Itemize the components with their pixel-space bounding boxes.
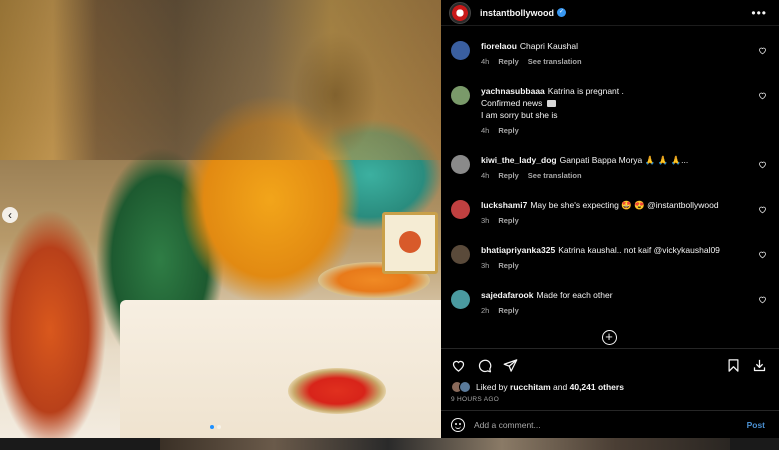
comment-text: May be she's expecting 🤩 😍 @instantbolly… xyxy=(530,200,719,210)
more-options-icon[interactable]: ••• xyxy=(751,6,767,20)
download-icon[interactable] xyxy=(752,358,767,373)
comment-username[interactable]: kiwi_the_lady_dog xyxy=(481,155,557,165)
newspaper-emoji-icon xyxy=(546,100,556,108)
heart-icon[interactable] xyxy=(758,160,767,169)
comment-list: fiorelaou Chapri Kaushal 4h Reply See trans… xyxy=(441,26,779,348)
liker-username[interactable]: rucchitam xyxy=(510,382,551,392)
heart-icon[interactable] xyxy=(451,358,466,373)
post-header: instantbollywood ✓ ••• xyxy=(441,0,779,26)
comment-username[interactable]: bhatiapriyanka325 xyxy=(481,245,555,255)
share-icon[interactable] xyxy=(503,358,518,373)
comment-username[interactable]: yachnasubbaaa xyxy=(481,86,545,96)
altar-counter xyxy=(120,300,441,438)
carousel-prev-icon[interactable]: ‹ xyxy=(2,207,18,223)
post-modal: ‹ instantbollywood ✓ ••• fiorelaou Chapri… xyxy=(0,0,779,438)
comment-text: Katrina is pregnant . xyxy=(547,86,624,96)
comment-username[interactable]: sajedafarook xyxy=(481,290,533,300)
load-more-comments: + xyxy=(451,330,767,345)
reply-button[interactable]: Reply xyxy=(498,57,518,66)
emoji-icon[interactable] xyxy=(451,417,465,432)
comment-item: bhatiapriyanka325 Katrina kaushal.. not k… xyxy=(451,244,767,272)
comment-avatar[interactable] xyxy=(451,290,470,309)
comment-age: 2h xyxy=(481,306,490,315)
likes-connector: and xyxy=(553,382,568,392)
comment-username[interactable]: luckshami7 xyxy=(481,200,527,210)
carousel-dot xyxy=(217,425,221,429)
comment-item: sajedafarook Made for each other 2h Reply xyxy=(451,289,767,317)
post-username[interactable]: instantbollywood xyxy=(480,8,554,18)
likes-prefix: Liked by xyxy=(476,382,508,392)
reply-button[interactable]: Reply xyxy=(498,171,518,180)
comment-text: Ganpati Bappa Morya 🙏 🙏 🙏... xyxy=(559,155,689,165)
comment-username[interactable]: fiorelaou xyxy=(481,41,517,51)
reply-button[interactable]: Reply xyxy=(498,261,518,270)
comment-avatar[interactable] xyxy=(451,155,470,174)
reply-button[interactable]: Reply xyxy=(498,306,518,315)
comment-age: 4h xyxy=(481,57,490,66)
see-translation-button[interactable]: See translation xyxy=(528,171,582,180)
heart-icon[interactable] xyxy=(758,46,767,55)
comment-text: Made for each other xyxy=(536,290,613,300)
likes-summary: Liked by rucchitam and 40,241 others xyxy=(451,381,767,393)
carousel-dot-active xyxy=(210,425,214,429)
post-comment-button[interactable]: Post xyxy=(747,420,765,430)
comment-age: 3h xyxy=(481,261,490,270)
post-image[interactable]: ‹ xyxy=(0,0,441,438)
heart-icon[interactable] xyxy=(758,250,767,259)
comment-text: Confirmed news xyxy=(481,98,543,108)
heart-icon[interactable] xyxy=(758,91,767,100)
deity-frame xyxy=(382,212,438,274)
heart-icon[interactable] xyxy=(758,295,767,304)
liker-avatars[interactable] xyxy=(451,381,471,393)
post-actions: Liked by rucchitam and 40,241 others 9 H… xyxy=(441,348,779,410)
comment-age: 4h xyxy=(481,171,490,180)
comment-item: luckshami7 May be she's expecting 🤩 😍 @in… xyxy=(451,199,767,227)
comment-avatar[interactable] xyxy=(451,245,470,264)
liker-avatar xyxy=(459,381,471,393)
post-timestamp: 9 HOURS AGO xyxy=(451,396,500,403)
background-feed-strip xyxy=(160,438,730,450)
carousel-dots xyxy=(210,425,221,429)
comment-avatar[interactable] xyxy=(451,200,470,219)
save-icon[interactable] xyxy=(726,358,741,373)
comment-text: Katrina kaushal.. not kaif @vickykaushal… xyxy=(558,245,720,255)
comment-input[interactable] xyxy=(474,419,747,430)
comment-avatar[interactable] xyxy=(451,86,470,105)
instagram-avatar-icon[interactable] xyxy=(449,1,471,24)
heart-icon[interactable] xyxy=(758,205,767,214)
post-side-panel: instantbollywood ✓ ••• fiorelaou Chapri K… xyxy=(441,0,779,438)
likes-count[interactable]: 40,241 others xyxy=(570,382,624,392)
comment-item: kiwi_the_lady_dog Ganpati Bappa Morya 🙏 🙏… xyxy=(451,154,767,182)
temple-wall xyxy=(0,0,441,160)
comment-icon[interactable] xyxy=(477,358,492,373)
reply-button[interactable]: Reply xyxy=(498,126,518,135)
see-translation-button[interactable]: See translation xyxy=(528,57,582,66)
add-circle-icon[interactable]: + xyxy=(601,330,617,345)
add-comment-bar: Post xyxy=(441,410,779,438)
comment-text: I am sorry but she is xyxy=(481,110,558,120)
verified-badge-icon: ✓ xyxy=(557,8,566,17)
comment-age: 3h xyxy=(481,216,490,225)
comment-item: yachnasubbaaa Katrina is pregnant . Confi… xyxy=(451,85,767,137)
comment-age: 4h xyxy=(481,126,490,135)
comment-avatar[interactable] xyxy=(451,41,470,60)
comment-text: Chapri Kaushal xyxy=(519,41,579,51)
kumkum-plate xyxy=(288,368,386,414)
comment-item: fiorelaou Chapri Kaushal 4h Reply See trans… xyxy=(451,40,767,68)
reply-button[interactable]: Reply xyxy=(498,216,518,225)
